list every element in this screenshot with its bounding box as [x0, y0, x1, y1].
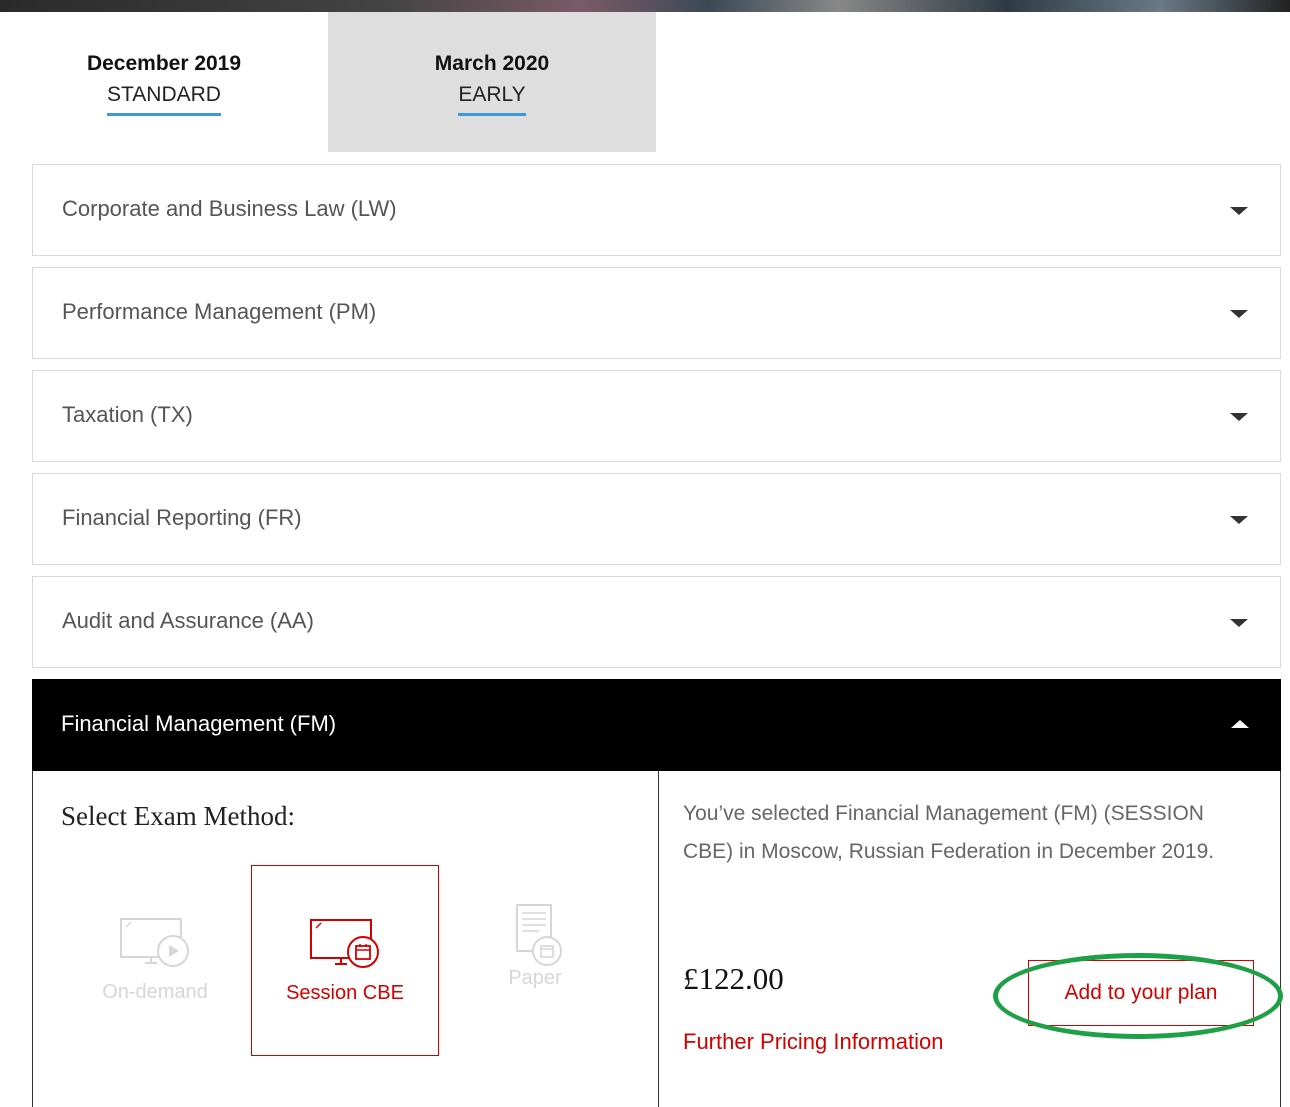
chevron-down-icon [1230, 516, 1248, 524]
session-cbe-monitor-calendar-icon [310, 919, 379, 968]
select-exam-method-title: Select Exam Method: [61, 801, 295, 831]
hero-banner-strip [0, 0, 1290, 12]
chevron-down-icon [1230, 310, 1248, 318]
accordion-item-aa[interactable]: Audit and Assurance (AA) [32, 576, 1281, 668]
tab-date: December 2019 [86, 52, 242, 75]
tab-december-2019[interactable]: December 2019 STANDARD [0, 12, 328, 152]
exam-method-paper[interactable]: Paper [441, 865, 629, 1056]
accordion-item-pm[interactable]: Performance Management (PM) [32, 267, 1281, 359]
chevron-down-icon [1230, 413, 1248, 421]
exam-method-label: Session CBE [286, 982, 404, 1004]
tab-type: STANDARD [107, 83, 221, 116]
chevron-down-icon [1230, 619, 1248, 627]
accordion-item-label: Audit and Assurance (AA) [62, 608, 314, 633]
accordion-item-label: Corporate and Business Law (LW) [62, 196, 397, 221]
chevron-up-icon [1231, 720, 1249, 728]
exam-method-on-demand[interactable]: On-demand [61, 865, 249, 1056]
accordion-item-label: Financial Management (FM) [61, 711, 337, 736]
selection-summary: You’ve selected Financial Management (FM… [683, 802, 1215, 863]
accordion-item-lw[interactable]: Corporate and Business Law (LW) [32, 164, 1281, 256]
paper-document-calendar-icon [516, 904, 562, 966]
exam-price: £122.00 [683, 961, 784, 996]
tab-date: March 2020 [434, 52, 550, 75]
on-demand-monitor-play-icon [120, 918, 189, 967]
tab-march-2020[interactable]: March 2020 EARLY [328, 12, 656, 152]
accordion-item-label: Taxation (TX) [62, 402, 193, 427]
accordion-item-fm-header[interactable]: Financial Management (FM) [32, 679, 1281, 771]
further-pricing-link[interactable]: Further Pricing Information [683, 1029, 943, 1055]
accordion-item-fr[interactable]: Financial Reporting (FR) [32, 473, 1281, 565]
exam-method-label: Paper [508, 967, 562, 989]
tab-type: EARLY [458, 83, 526, 116]
paper-accordion: Corporate and Business Law (LW) Performa… [32, 164, 1281, 1107]
add-to-plan-button[interactable]: Add to your plan [1028, 960, 1254, 1026]
panel-divider [658, 771, 659, 1107]
exam-method-label: On-demand [102, 981, 208, 1003]
accordion-item-label: Performance Management (PM) [62, 299, 377, 324]
accordion-item-label: Financial Reporting (FR) [62, 505, 302, 530]
exam-session-tabs: December 2019 STANDARD March 2020 EARLY [0, 12, 1290, 152]
exam-method-session-cbe[interactable]: Session CBE [251, 865, 439, 1056]
accordion-item-fm-panel: Select Exam Method: On-demand Session CB… [32, 771, 1281, 1107]
accordion-item-tx[interactable]: Taxation (TX) [32, 370, 1281, 462]
chevron-down-icon [1230, 207, 1248, 215]
